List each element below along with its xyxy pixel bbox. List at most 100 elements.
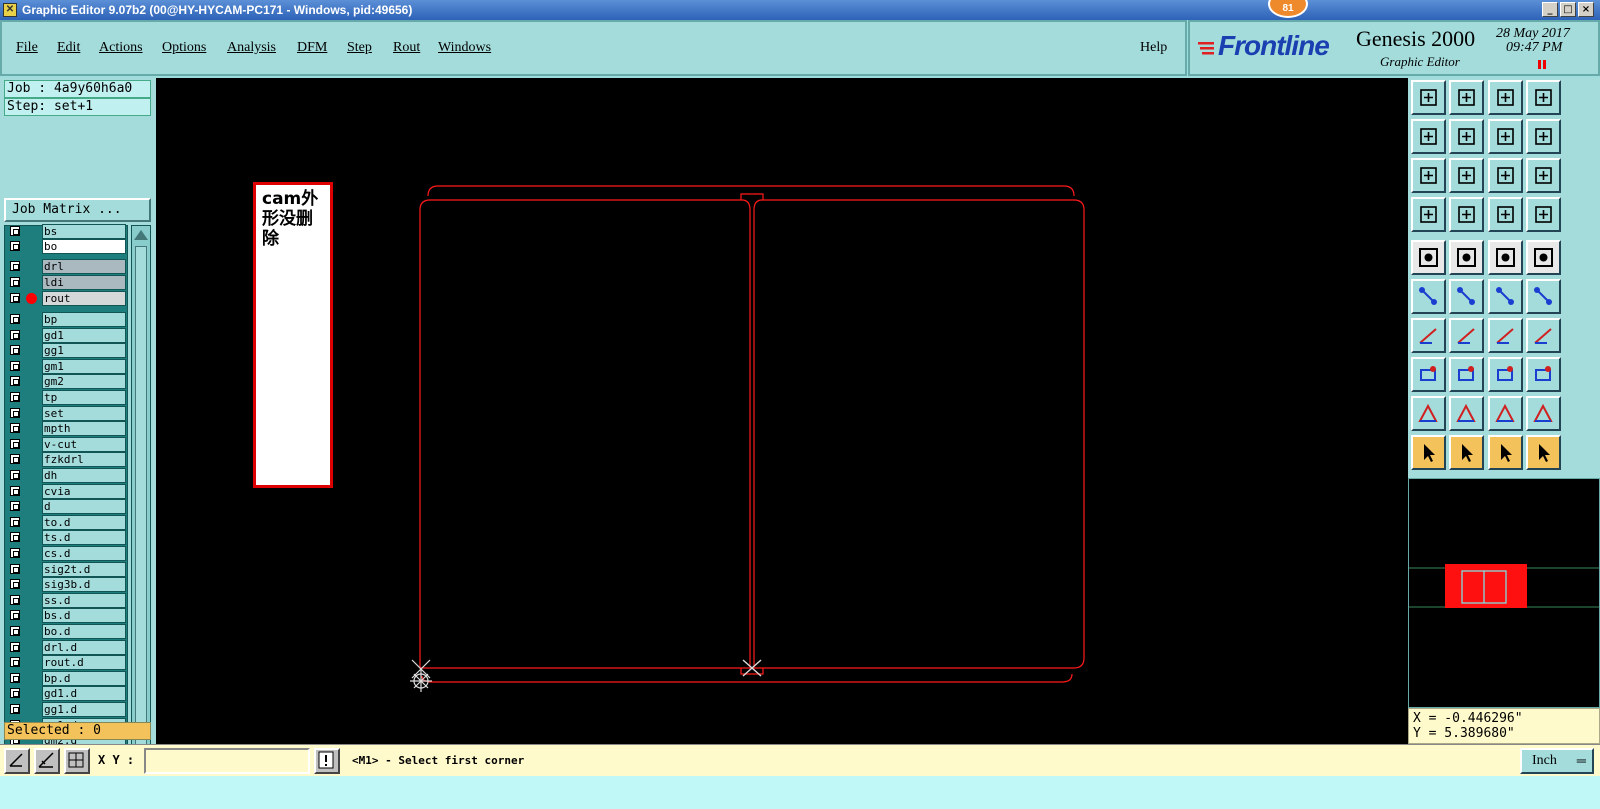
- layer-checkbox[interactable]: [10, 293, 20, 303]
- close-button[interactable]: ×: [1578, 2, 1594, 17]
- layer-checkbox[interactable]: [10, 563, 20, 574]
- layer-checkbox[interactable]: [10, 688, 20, 699]
- units-selector[interactable]: Inch ═: [1520, 748, 1594, 774]
- fit-screen-icon[interactable]: [1526, 80, 1561, 115]
- warning-icon[interactable]: [314, 748, 340, 774]
- layer-row-to-d[interactable]: to.d: [6, 514, 126, 530]
- grid-display-icon[interactable]: [1449, 197, 1484, 232]
- layer-row-set[interactable]: set: [6, 405, 126, 421]
- layer-checkbox[interactable]: [10, 626, 20, 636]
- layer-row-bs[interactable]: bs: [6, 224, 126, 239]
- layer-row-sig2t-d[interactable]: sig2t.d: [6, 561, 126, 577]
- layer-checkbox[interactable]: [10, 610, 20, 621]
- move-point-icon[interactable]: [1488, 279, 1523, 314]
- layer-checkbox[interactable]: [10, 376, 20, 387]
- draw-triangle-icon[interactable]: [1411, 396, 1446, 431]
- ruler-icon[interactable]: [1488, 240, 1523, 275]
- layer-checkbox[interactable]: [10, 548, 20, 558]
- layer-checkbox[interactable]: [10, 438, 20, 449]
- menu-dfm[interactable]: DFM: [297, 40, 327, 56]
- layer-row-drl[interactable]: drl: [6, 259, 126, 274]
- layer-row-mpth[interactable]: mpth: [6, 421, 126, 437]
- layer-row-gg1-d[interactable]: gg1.d: [6, 702, 126, 717]
- pad-icon[interactable]: [1526, 240, 1561, 275]
- pan-right-icon[interactable]: [1449, 119, 1484, 154]
- component-select-icon[interactable]: [1526, 197, 1561, 232]
- snap-icon[interactable]: [4, 748, 30, 774]
- menu-file[interactable]: File: [16, 40, 38, 56]
- help-icon[interactable]: [1526, 158, 1561, 193]
- menu-help[interactable]: Help: [1140, 40, 1167, 56]
- layer-row-cs-d[interactable]: cs.d: [6, 546, 126, 561]
- layer-row-gm2[interactable]: gm2: [6, 374, 126, 390]
- layer-checkbox[interactable]: [10, 407, 20, 418]
- overview-map[interactable]: [1408, 478, 1600, 708]
- draw-arch-line-icon[interactable]: [1526, 396, 1561, 431]
- layer-row-v-cut[interactable]: v-cut: [6, 436, 126, 452]
- layer-checkbox[interactable]: [10, 329, 20, 340]
- layer-checkbox[interactable]: [10, 314, 20, 324]
- layer-row-rout-d[interactable]: rout.d: [6, 655, 126, 671]
- grid-icon[interactable]: [64, 748, 90, 774]
- split-line-icon[interactable]: [1449, 357, 1484, 392]
- layer-checkbox[interactable]: [10, 657, 20, 668]
- zoom-center-icon[interactable]: [1449, 158, 1484, 193]
- draw-line-icon[interactable]: [1449, 318, 1484, 353]
- layer-checkbox[interactable]: [10, 532, 20, 543]
- layer-row-bp[interactable]: bp: [6, 312, 126, 327]
- menu-windows[interactable]: Windows: [438, 40, 491, 56]
- tool-settings-icon[interactable]: [1411, 197, 1446, 232]
- layer-checkbox[interactable]: [10, 277, 20, 287]
- layer-row-bp-d[interactable]: bp.d: [6, 670, 126, 686]
- layer-checkbox[interactable]: [10, 392, 20, 402]
- layer-row-bs-d[interactable]: bs.d: [6, 608, 126, 624]
- snap-settings-icon[interactable]: [1526, 119, 1561, 154]
- layer-checkbox[interactable]: [10, 594, 20, 605]
- layer-checkbox[interactable]: [10, 641, 20, 652]
- redraw-icon[interactable]: [1488, 119, 1523, 154]
- layer-checkbox[interactable]: [10, 345, 20, 356]
- layer-row-dh[interactable]: dh: [6, 468, 126, 483]
- layer-checkbox[interactable]: [10, 226, 20, 236]
- add-line-icon[interactable]: [1411, 318, 1446, 353]
- add-pad-icon[interactable]: [1411, 357, 1446, 392]
- graphic-canvas[interactable]: cam外 形没删 除: [156, 78, 1408, 744]
- scroll-thumb[interactable]: [135, 246, 147, 786]
- xy-input[interactable]: [144, 748, 310, 774]
- notification-badge[interactable]: 81: [1268, 0, 1308, 18]
- layer-row-gm1[interactable]: gm1: [6, 358, 126, 374]
- layer-checkbox[interactable]: [10, 454, 20, 465]
- zoom-home-up-icon[interactable]: [1411, 80, 1446, 115]
- layer-row-ts-d[interactable]: ts.d: [6, 530, 126, 546]
- delete-node-icon[interactable]: [1449, 279, 1484, 314]
- layer-row-ldi[interactable]: ldi: [6, 275, 126, 290]
- layer-checkbox[interactable]: [10, 241, 20, 251]
- layer-checkbox[interactable]: [10, 516, 20, 527]
- layer-checkbox[interactable]: [10, 423, 20, 434]
- layer-checkbox[interactable]: [10, 579, 20, 590]
- layer-row-fzkdrl[interactable]: fzkdrl: [6, 452, 126, 468]
- layer-row-drl-d[interactable]: drl.d: [6, 639, 126, 655]
- layer-row-sig3b-d[interactable]: sig3b.d: [6, 577, 126, 593]
- connect-nodes-icon[interactable]: [1411, 279, 1446, 314]
- layer-row-ss-d[interactable]: ss.d: [6, 592, 126, 608]
- draw-triangle-arrow-icon[interactable]: [1449, 396, 1484, 431]
- pointer-path-icon[interactable]: [1526, 435, 1561, 470]
- draw-arch-icon[interactable]: [1488, 396, 1523, 431]
- minimize-button[interactable]: _: [1542, 2, 1558, 17]
- zoom-fit-icon[interactable]: [1411, 158, 1446, 193]
- layer-checkbox[interactable]: [10, 360, 20, 371]
- group-select-icon[interactable]: [1526, 357, 1561, 392]
- menu-analysis[interactable]: Analysis: [227, 40, 276, 56]
- layer-row-rout[interactable]: rout: [6, 291, 126, 306]
- fill-mode-icon[interactable]: [1411, 240, 1446, 275]
- outline-mode-icon[interactable]: [1449, 240, 1484, 275]
- arc-point-icon[interactable]: [1526, 279, 1561, 314]
- scroll-up-icon[interactable]: [134, 228, 148, 240]
- layer-row-tp[interactable]: tp: [6, 390, 126, 405]
- layer-checkbox[interactable]: [10, 485, 20, 496]
- maximize-button[interactable]: □: [1560, 2, 1576, 17]
- layer-row-gg1[interactable]: gg1: [6, 343, 126, 359]
- layer-checkbox[interactable]: [10, 470, 20, 480]
- rotate-icon[interactable]: [1488, 318, 1523, 353]
